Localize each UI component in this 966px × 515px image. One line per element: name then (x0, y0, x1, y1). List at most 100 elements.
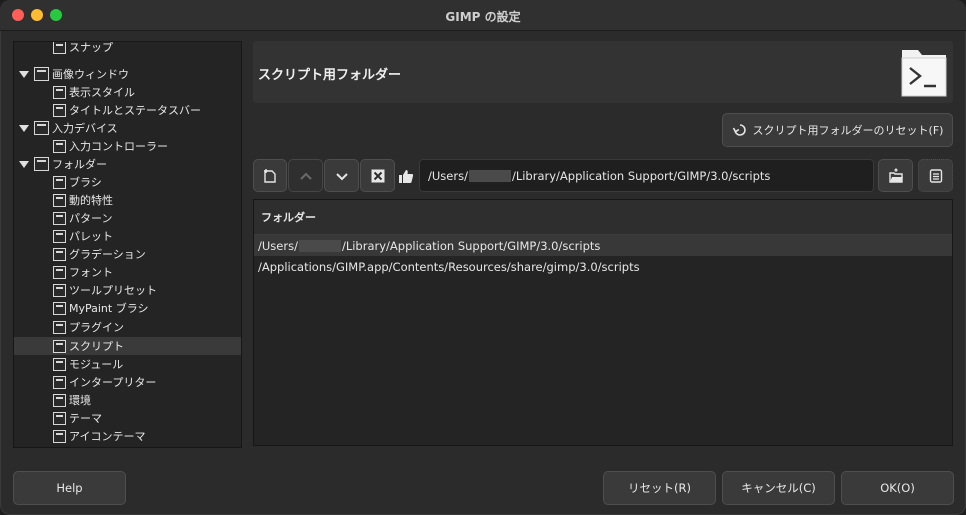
delete-icon (371, 169, 384, 182)
theme-icon (53, 411, 66, 425)
folder-list-header[interactable]: フォルダー (254, 200, 952, 235)
tree-item-palettes[interactable]: パレット (14, 227, 241, 245)
tree-item-titlebar[interactable]: タイトルとステータスバー (14, 101, 241, 119)
tool-preset-icon (53, 283, 66, 297)
tree-item-label: タイトルとステータスバー (69, 104, 201, 117)
list-item[interactable]: /Applications/GIMP.app/Contents/Resource… (254, 256, 952, 277)
reset-button[interactable]: リセット(R) (603, 471, 716, 505)
brush-icon (53, 175, 66, 189)
folder-list[interactable]: フォルダー /Users/ /Library/Application Suppor… (253, 199, 953, 446)
tree-item-label: モジュール (69, 358, 124, 371)
tree-item-appearance[interactable]: 表示スタイル (14, 83, 241, 101)
tree-item-icon-themes[interactable]: アイコンテーマ (14, 427, 241, 445)
mypaint-brush-icon (53, 301, 66, 315)
cancel-button[interactable]: キャンセル(C) (722, 471, 835, 505)
tree-item-gradients[interactable]: グラデーション (14, 245, 241, 263)
move-down-button[interactable] (324, 159, 359, 192)
row-path-suffix: /Library/Application Support/GIMP/3.0/sc… (341, 238, 601, 253)
palette-icon (53, 229, 66, 243)
tree-item-label: グラデーション (69, 248, 146, 261)
tree-item-modules[interactable]: モジュール (14, 355, 241, 373)
tree-item-snap[interactable]: スナップ (14, 41, 241, 56)
expand-arrow-icon[interactable] (19, 160, 29, 168)
reset-folders-button[interactable]: スクリプト用フォルダーのリセット(F) (722, 113, 953, 147)
plugin-icon (53, 320, 66, 334)
snap-icon (53, 42, 66, 54)
tree-item-environment[interactable]: 環境 (14, 391, 241, 409)
tree-item-plugins[interactable]: プラグイン (14, 318, 241, 336)
tree-item-label: 画像ウィンドウ (52, 68, 129, 81)
move-down-icon (335, 172, 348, 180)
tree-item-patterns[interactable]: パターン (14, 209, 241, 227)
pattern-icon (53, 211, 66, 225)
script-icon (53, 339, 66, 353)
delete-folder-button[interactable] (360, 159, 395, 192)
tree-item-label: パターン (69, 212, 113, 225)
redacted-username (468, 169, 511, 182)
tree-item-label: 環境 (69, 394, 91, 407)
expand-arrow-icon[interactable] (19, 70, 29, 78)
reset-icon (732, 124, 746, 136)
tree-item-label: 入力コントローラー (69, 140, 168, 153)
new-folder-button[interactable] (253, 159, 287, 192)
tree-item-dynamics[interactable]: 動的特性 (14, 191, 241, 209)
tree-item-fonts[interactable]: フォント (14, 263, 241, 281)
tree-item-brushes[interactable]: ブラシ (14, 173, 241, 191)
row-path-prefix: /Users/ (258, 238, 298, 253)
title-bar: GIMP の設定 (0, 0, 966, 31)
tree-item-interpreters[interactable]: インタープリター (14, 373, 241, 391)
titlebar-icon (53, 103, 66, 117)
folder-path-input[interactable]: /Users/ /Library/Application Support/GIMP… (419, 159, 874, 192)
reset-folders-label: スクリプト用フォルダーのリセット(F) (752, 124, 944, 137)
path-suffix: /Library/Application Support/GIMP/3.0/sc… (511, 168, 771, 183)
tree-item-label: ツールプリセット (69, 284, 157, 297)
redacted-username (298, 239, 341, 252)
tree-item-image-window[interactable]: 画像ウィンドウ (14, 65, 241, 83)
open-folder-icon (888, 167, 903, 183)
icon-theme-icon (53, 429, 66, 443)
gradient-icon (53, 247, 66, 261)
tree-item-input-devices[interactable]: 入力デバイス (14, 119, 241, 137)
row-path: /Applications/GIMP.app/Contents/Resource… (258, 259, 640, 274)
tree-item-label: ブラシ (69, 176, 102, 189)
interpreter-icon (53, 375, 66, 389)
tree-item-label: 入力デバイス (52, 122, 118, 135)
tree-item-label: スナップ (69, 41, 113, 54)
ok-button[interactable]: OK(O) (841, 471, 954, 505)
tree-item-scripts[interactable]: スクリプト (14, 337, 241, 355)
help-button[interactable]: Help (13, 471, 126, 505)
move-up-button[interactable] (288, 159, 323, 192)
expand-arrow-icon[interactable] (19, 124, 29, 132)
controller-icon (53, 139, 66, 153)
edit-icon (929, 168, 942, 183)
thumbs-up-icon (399, 170, 414, 183)
tree-item-label: フォント (69, 266, 113, 279)
image-window-icon (34, 67, 49, 81)
module-icon (53, 357, 66, 371)
browse-folder-button[interactable] (878, 159, 913, 192)
tree-item-label: MyPaint ブラシ (69, 302, 149, 315)
list-item[interactable]: /Users/ /Library/Application Support/GIMP… (254, 235, 952, 256)
tree-item-label: アイコンテーマ (69, 430, 146, 443)
tree-item-tool-presets[interactable]: ツールプリセット (14, 281, 241, 299)
preferences-category-tree[interactable]: スナップ 画像ウィンドウ 表示スタイル タイトルとステータスバー 入力デバイス … (13, 41, 242, 448)
tree-item-label: パレット (69, 230, 113, 243)
font-icon (53, 265, 66, 279)
page-title: スクリプト用フォルダー (258, 68, 402, 83)
tree-item-mypaint-brushes[interactable]: MyPaint ブラシ (14, 299, 241, 317)
edit-folder-button[interactable] (918, 159, 953, 192)
appearance-icon (53, 85, 66, 99)
move-up-icon (299, 172, 312, 180)
tree-item-themes[interactable]: テーマ (14, 409, 241, 427)
page-header: スクリプト用フォルダー (253, 41, 953, 103)
tree-item-folders[interactable]: フォルダー (14, 155, 241, 173)
script-folder-icon (901, 50, 947, 97)
dynamics-icon (53, 193, 66, 207)
tree-item-label: 動的特性 (69, 194, 113, 207)
tree-item-label: スクリプト (69, 340, 124, 353)
folders-icon (34, 157, 49, 171)
environment-icon (53, 393, 66, 407)
input-devices-icon (34, 121, 49, 135)
window-title: GIMP の設定 (445, 10, 521, 24)
tree-item-input-controllers[interactable]: 入力コントローラー (14, 137, 241, 155)
